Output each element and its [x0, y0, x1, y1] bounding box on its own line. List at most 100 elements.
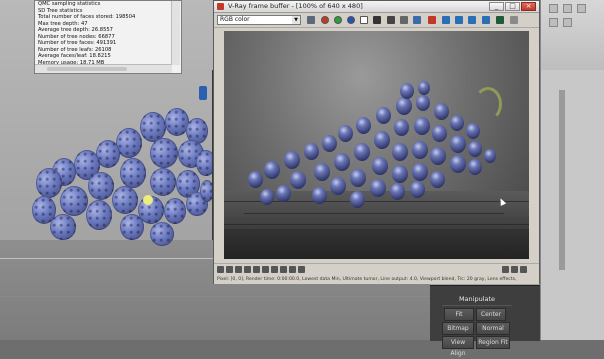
channel-select-value: RGB color — [220, 16, 250, 23]
mono-mode-toggle[interactable] — [373, 16, 381, 24]
status-icon[interactable] — [271, 266, 278, 273]
vfb-status-text: Pixel: [0, 0], Render time: 0:00:00.0, L… — [217, 277, 517, 282]
grape — [392, 143, 408, 161]
grape — [150, 138, 178, 168]
status-icon[interactable] — [262, 266, 269, 273]
grape — [88, 172, 114, 200]
grape — [150, 168, 176, 196]
load-image-icon[interactable] — [400, 16, 408, 24]
grape — [370, 179, 386, 197]
history-icon[interactable] — [510, 16, 518, 24]
grape — [164, 198, 186, 224]
grape — [450, 115, 464, 131]
blue-channel-toggle[interactable] — [347, 16, 355, 24]
grape — [284, 151, 300, 169]
center-button[interactable]: Center — [476, 308, 506, 321]
grape — [150, 222, 174, 246]
stop-render-icon[interactable] — [496, 16, 504, 24]
status-icon[interactable] — [235, 266, 242, 273]
status-icon[interactable] — [217, 266, 224, 273]
grape — [86, 200, 112, 230]
grape — [468, 159, 482, 175]
channel-select[interactable]: RGB color ▼ — [217, 15, 301, 25]
status-icon[interactable] — [298, 266, 305, 273]
normal-align-button[interactable]: Normal Align — [476, 322, 510, 343]
grape — [430, 171, 445, 188]
vfb-titlebar[interactable]: V-Ray frame buffer - [100% of 640 x 480]… — [214, 1, 539, 13]
vfb-statusbar: Pixel: [0, 0], Render time: 0:00:00.0, L… — [214, 263, 539, 284]
log-vertical-scrollbar[interactable] — [171, 1, 180, 65]
status-icon[interactable] — [502, 266, 509, 273]
clear-image-icon[interactable] — [428, 16, 436, 24]
status-icon[interactable] — [226, 266, 233, 273]
grape — [450, 135, 466, 153]
maximize-button[interactable]: □ — [505, 2, 520, 11]
wood-grain — [244, 213, 504, 214]
panel-icon[interactable] — [549, 18, 558, 27]
save-channel-icon[interactable] — [307, 16, 315, 24]
panel-scrollbar[interactable] — [559, 90, 565, 270]
status-icon[interactable] — [244, 266, 251, 273]
grape — [290, 171, 306, 189]
status-icon[interactable] — [280, 266, 287, 273]
status-icon[interactable] — [253, 266, 260, 273]
scroll-thumb[interactable] — [47, 67, 127, 71]
copy-to-max-icon[interactable] — [413, 16, 421, 24]
grape — [334, 153, 350, 171]
grape — [120, 214, 144, 240]
grape — [416, 95, 430, 111]
render-log-text: QMC sampling statistics SD Tree statistic… — [38, 1, 172, 65]
save-image-icon[interactable] — [387, 16, 395, 24]
panel-icon[interactable] — [563, 4, 572, 13]
fit-button[interactable]: Fit — [444, 308, 474, 321]
grape — [338, 125, 353, 142]
status-icon[interactable] — [520, 266, 527, 273]
grape — [60, 186, 88, 216]
light-gizmo[interactable] — [199, 86, 207, 100]
grape — [36, 168, 62, 198]
grape — [418, 81, 430, 95]
status-icon[interactable] — [511, 266, 518, 273]
status-icon[interactable] — [289, 266, 296, 273]
render-image[interactable] — [224, 31, 529, 259]
grape — [468, 141, 482, 157]
grape — [390, 183, 405, 200]
grape — [312, 187, 327, 204]
wood-grain — [224, 224, 529, 225]
grape-stem — [474, 87, 502, 121]
grape — [400, 83, 414, 99]
grape — [450, 155, 466, 173]
view-align-button[interactable]: View Align — [442, 336, 474, 357]
region-fit-button[interactable]: Region Fit — [476, 336, 510, 349]
track-mouse-icon[interactable] — [442, 16, 450, 24]
vray-frame-buffer-window: V-Ray frame buffer - [100% of 640 x 480]… — [213, 0, 540, 284]
minimize-button[interactable]: _ — [489, 2, 504, 11]
grape — [434, 103, 449, 120]
panel-icon[interactable] — [563, 18, 572, 27]
close-button[interactable]: × — [521, 2, 536, 11]
bitmap-fit-button[interactable]: Bitmap Fit — [442, 322, 474, 343]
region-render-icon[interactable] — [455, 16, 463, 24]
grape — [350, 191, 365, 208]
grape — [432, 125, 447, 142]
grid-line — [0, 296, 430, 297]
grape — [412, 163, 428, 181]
alpha-channel-toggle[interactable] — [360, 16, 368, 24]
render-icon[interactable] — [482, 16, 490, 24]
red-channel-toggle[interactable] — [321, 16, 329, 24]
uvw-map-panel: Manipulate Fit Center Bitmap Fit Normal … — [430, 285, 540, 357]
render-log-window: QMC sampling statistics SD Tree statistic… — [34, 0, 182, 74]
pixel-info-icon[interactable] — [468, 16, 476, 24]
green-channel-toggle[interactable] — [334, 16, 342, 24]
grape — [374, 131, 390, 149]
grape — [412, 141, 428, 159]
panel-icon[interactable] — [577, 4, 586, 13]
panel-icon[interactable] — [549, 4, 558, 13]
light-gizmo-highlight — [143, 195, 153, 205]
grape — [314, 163, 330, 181]
chevron-down-icon: ▼ — [292, 16, 300, 24]
grape — [322, 135, 337, 152]
vfb-toolbar: RGB color ▼ — [214, 13, 539, 28]
log-horizontal-scrollbar[interactable] — [35, 64, 172, 73]
grape — [356, 117, 371, 134]
